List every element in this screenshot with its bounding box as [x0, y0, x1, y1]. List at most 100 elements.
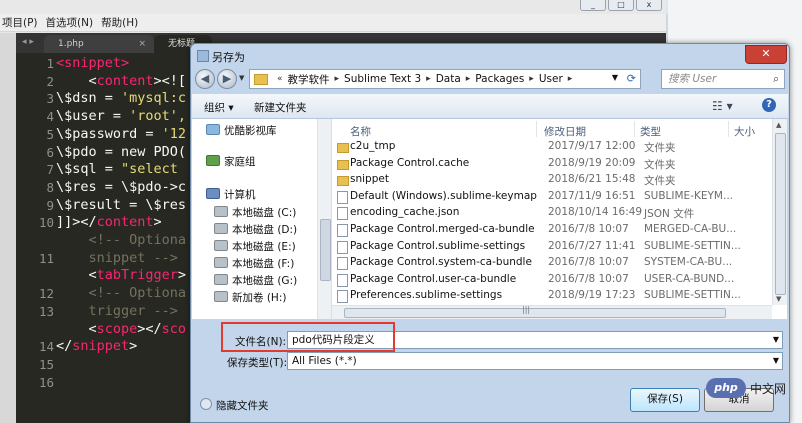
address-dropdown-icon[interactable]: ▼	[612, 73, 618, 82]
menu-bar: 项目(P) 首选项(N) 帮助(H)	[0, 14, 666, 32]
scroll-up-icon[interactable]: ▲	[776, 121, 781, 129]
file-type: SUBLIME-SETTIN...	[644, 289, 741, 302]
scroll-thumb[interactable]	[775, 133, 786, 295]
nav-item[interactable]: 本地磁盘 (D:)	[214, 222, 297, 237]
code-token: ></	[137, 320, 162, 337]
column-header-date[interactable]: 修改日期	[544, 124, 586, 139]
nav-item-label: 本地磁盘 (C:)	[232, 207, 297, 219]
tab-1-php[interactable]: 1.php ×	[44, 35, 154, 53]
dialog-toolbar: 组织 ▾ 新建文件夹 ☷ ▾ ?	[192, 94, 788, 119]
save-button[interactable]: 保存(S)	[630, 388, 700, 412]
nav-scroll-thumb[interactable]	[320, 219, 331, 281]
code-token: ]]></	[56, 214, 97, 231]
file-row[interactable]: Preferences.sublime-settings 2018/9/19 17…	[332, 287, 772, 304]
line-number: 5	[46, 126, 54, 142]
library-icon	[206, 124, 220, 135]
h-scroll-thumb[interactable]	[344, 308, 726, 318]
refresh-icon[interactable]: ⟳	[627, 72, 636, 85]
file-list-horizontal-scrollbar[interactable]: |||	[332, 305, 772, 319]
search-icon: ⌕	[773, 73, 779, 85]
search-placeholder: 搜索 User	[668, 73, 717, 85]
drive-icon	[214, 240, 228, 251]
folder-icon	[254, 73, 268, 85]
navigation-pane: 优酷影视库家庭组计算机本地磁盘 (C:) 本地磁盘 (D:) 本地磁盘 (E:) 本地…	[192, 119, 332, 319]
breadcrumb-item[interactable]: Packages	[475, 73, 524, 85]
chevron-down-icon[interactable]: ▼	[773, 353, 779, 369]
help-icon[interactable]: ?	[762, 98, 776, 112]
breadcrumb-item[interactable]: User	[539, 73, 563, 85]
back-button[interactable]: ◀	[195, 69, 215, 89]
nav-item[interactable]: 新加卷 (H:)	[214, 290, 286, 305]
file-row[interactable]: c2u_tmp 2017/9/17 12:00 文件夹	[332, 138, 772, 155]
hide-folders-toggle[interactable]: 隐藏文件夹	[200, 398, 269, 413]
maximize-button[interactable]: □	[608, 0, 634, 11]
dialog-title-text: 另存为	[212, 51, 245, 64]
file-row[interactable]: Package Control.user-ca-bundle 2016/7/8 1…	[332, 271, 772, 288]
code-token: tabTrigger	[96, 267, 178, 284]
chevron-down-icon[interactable]: ▼	[773, 332, 779, 348]
file-row[interactable]: encoding_cache.json 2018/10/14 16:49 JSON …	[332, 204, 772, 221]
code-line: <tabTrigger>	[56, 267, 187, 284]
nav-item[interactable]: 本地磁盘 (E:)	[214, 239, 296, 254]
drive-icon	[214, 257, 228, 268]
menu-item-project[interactable]: 项目(P)	[2, 15, 38, 30]
file-row[interactable]: Package Control.cache 2018/9/19 20:09 文件夹	[332, 155, 772, 172]
address-bar[interactable]: « 教学软件 ▸ Sublime Text 3 ▸ Data ▸ Packages ▸ …	[249, 69, 641, 89]
dialog-close-button[interactable]: ✕	[745, 45, 787, 64]
code-token: <!-- Optiona	[56, 232, 187, 248]
new-folder-button[interactable]: 新建文件夹	[254, 100, 307, 115]
code-token: ><![	[153, 72, 187, 89]
file-date: 2016/7/8 10:07	[548, 272, 629, 285]
recent-locations-dropdown[interactable]: ▼	[239, 74, 244, 82]
file-date: 2016/7/8 10:07	[548, 223, 629, 235]
organize-button[interactable]: 组织 ▾	[204, 100, 234, 115]
code-line: <scope></sco	[56, 320, 187, 337]
file-type: USER-CA-BUND...	[644, 272, 735, 285]
code-token: snippet	[64, 55, 122, 71]
filetype-select[interactable]: All Files (*.*) ▼	[287, 352, 783, 370]
code-token: \$sql =	[56, 161, 122, 178]
column-header-size[interactable]: 大小	[734, 124, 755, 139]
forward-button[interactable]: ▶	[217, 69, 237, 89]
minimize-button[interactable]: _	[580, 0, 606, 11]
file-row[interactable]: Package Control.merged-ca-bundle 2016/7/8…	[332, 221, 772, 238]
breadcrumb-item[interactable]: Sublime Text 3	[344, 73, 421, 85]
file-row[interactable]: Package Control.system-ca-bundle 2016/7/8…	[332, 254, 772, 271]
menu-item-help[interactable]: 帮助(H)	[101, 15, 138, 30]
code-token: <	[56, 267, 97, 284]
code-token: <	[56, 320, 97, 337]
nav-item[interactable]: 计算机	[206, 187, 256, 202]
file-type: 文件夹	[644, 158, 676, 171]
file-row[interactable]: snippet 2018/6/21 15:48 文件夹	[332, 171, 772, 188]
document-icon	[337, 257, 348, 271]
watermark: php 中文网	[706, 376, 798, 400]
nav-item[interactable]: 本地磁盘 (F:)	[214, 256, 294, 271]
tab-close-icon[interactable]: ×	[138, 35, 146, 53]
code-line: \$result = \$res	[56, 197, 186, 213]
file-name: Package Control.merged-ca-bundle	[350, 223, 535, 235]
nav-item[interactable]: 本地磁盘 (C:)	[214, 205, 296, 220]
file-row[interactable]: Package Control.sublime-settings 2016/7/2…	[332, 238, 772, 255]
nav-scrollbar[interactable]	[317, 119, 331, 319]
breadcrumb-item[interactable]: Data	[436, 73, 461, 85]
nav-item[interactable]: 优酷影视库	[206, 123, 277, 138]
menu-item-preferences[interactable]: 首选项(N)	[46, 15, 94, 30]
scroll-down-icon[interactable]: ▼	[776, 295, 781, 303]
file-list-vertical-scrollbar[interactable]: ▲ ▼	[772, 119, 787, 305]
code-line: <!-- Optiona	[56, 232, 187, 248]
nav-item[interactable]: 本地磁盘 (G:)	[214, 273, 297, 288]
line-number: 12	[38, 286, 54, 302]
nav-item-label: 本地磁盘 (D:)	[232, 224, 298, 236]
close-window-button[interactable]: x	[636, 0, 662, 11]
column-header-name[interactable]: 名称	[350, 124, 371, 139]
line-number: 15	[38, 356, 54, 372]
tab-nav-arrows[interactable]: ◂ ▸	[22, 37, 34, 47]
nav-item[interactable]: 家庭组	[206, 154, 256, 169]
file-row[interactable]: Default (Windows).sublime-keymap 2017/11/…	[332, 188, 772, 205]
search-input[interactable]: 搜索 User ⌕	[661, 69, 785, 89]
code-token: snippet -->	[56, 249, 178, 266]
view-options-icon[interactable]: ☷ ▾	[712, 99, 733, 113]
column-header-type[interactable]: 类型	[640, 124, 661, 139]
folder-icon	[337, 143, 349, 153]
breadcrumb-item[interactable]: 教学软件	[288, 72, 330, 87]
